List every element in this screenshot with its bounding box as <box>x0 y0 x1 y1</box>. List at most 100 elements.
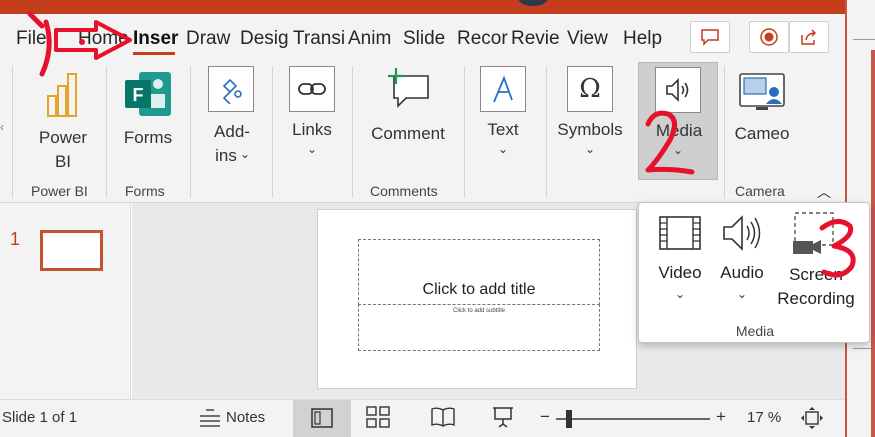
tab-view[interactable]: View <box>567 28 608 50</box>
zoom-in-button[interactable]: + <box>716 407 726 427</box>
slide[interactable]: Click to add title Click to add subtitle <box>317 209 637 389</box>
comment-icon <box>701 29 719 46</box>
group-divider <box>12 66 13 198</box>
tab-file[interactable]: File <box>16 28 47 50</box>
powerpoint-window: File Home Inser Draw Desig Transi Anim S… <box>0 0 875 437</box>
slide-sorter-button[interactable] <box>366 406 396 432</box>
forms-label: Forms <box>123 128 173 147</box>
share-icon <box>801 29 817 45</box>
notes-icon <box>200 409 220 427</box>
video-button[interactable]: Video ⌄ <box>649 211 711 311</box>
slide-counter: Slide 1 of 1 <box>2 409 78 426</box>
cameo-button[interactable]: Cameo <box>728 66 796 176</box>
svg-text:F: F <box>133 85 144 105</box>
collapse-ribbon-icon[interactable]: ︿ <box>817 182 831 202</box>
symbols-label: Symbols <box>557 120 623 139</box>
audio-label: Audio <box>720 263 764 282</box>
chevron-down-icon: ⌄ <box>585 142 596 156</box>
add-ins-button[interactable]: Add- ins ⌄ <box>200 66 264 176</box>
link-icon <box>289 66 335 112</box>
text-box-icon <box>480 66 526 112</box>
fit-to-window-button[interactable] <box>800 406 826 432</box>
ribbon: ‹ Power BI Power BI F Forms Forms Add- i… <box>0 62 845 203</box>
chevron-down-icon: ⌄ <box>240 147 251 161</box>
zoom-level[interactable]: 17 % <box>747 409 781 426</box>
symbols-button[interactable]: Ω Symbols ⌄ <box>554 66 626 176</box>
power-bi-button[interactable]: Power BI <box>30 68 96 176</box>
zoom-slider[interactable] <box>556 410 710 428</box>
audio-icon <box>723 215 761 251</box>
text-label: Text <box>487 120 519 139</box>
audio-button[interactable]: Audio ⌄ <box>711 211 773 311</box>
tab-animations[interactable]: Anim <box>348 28 391 50</box>
ribbon-scroll-left-icon[interactable]: ‹ <box>0 120 4 134</box>
group-divider <box>546 66 547 198</box>
video-icon <box>659 216 701 250</box>
video-label: Video <box>658 263 702 282</box>
tab-record[interactable]: Recor <box>457 28 508 50</box>
avatar[interactable] <box>518 0 548 6</box>
slide-thumbnail[interactable] <box>40 230 103 271</box>
media-label: Media <box>655 121 703 140</box>
cameo-label: Cameo <box>734 124 790 143</box>
slide-thumbnails-pane: 1 <box>0 203 131 399</box>
screen-recording-icon <box>793 212 834 254</box>
tab-insert[interactable]: Inser <box>133 28 178 50</box>
text-button[interactable]: Text ⌄ <box>472 66 534 176</box>
group-divider <box>464 66 465 198</box>
slide-sorter-icon <box>366 406 390 428</box>
book-icon <box>431 407 455 427</box>
comment-button[interactable]: Comment <box>362 66 454 176</box>
reading-view-button[interactable] <box>430 406 460 432</box>
group-divider <box>190 66 191 198</box>
chevron-down-icon: ⌄ <box>737 287 748 301</box>
fit-window-icon <box>801 407 823 429</box>
normal-view-button[interactable] <box>293 400 351 437</box>
status-bar: Slide 1 of 1 Notes − + 17 % <box>0 399 845 437</box>
tab-transitions[interactable]: Transi <box>293 28 345 50</box>
tab-draw[interactable]: Draw <box>186 28 230 50</box>
window-edge <box>871 50 875 437</box>
tab-slide-show[interactable]: Slide <box>403 28 445 50</box>
group-label-camera: Camera <box>735 183 785 199</box>
title-placeholder[interactable]: Click to add title <box>358 239 600 305</box>
chevron-down-icon: ⌄ <box>498 142 509 156</box>
comment-label: Comment <box>371 124 445 143</box>
forms-button[interactable]: F Forms <box>114 68 182 176</box>
active-tab-indicator <box>133 52 175 55</box>
share-button[interactable] <box>789 21 829 53</box>
record-button[interactable] <box>749 21 789 53</box>
group-label-comments: Comments <box>370 183 438 199</box>
group-divider <box>724 66 725 198</box>
notes-label: Notes <box>226 409 266 426</box>
power-bi-label-line1: Power <box>38 128 88 147</box>
notes-button[interactable]: Notes <box>196 404 274 434</box>
omega-icon: Ω <box>567 66 613 112</box>
tab-home[interactable]: Home <box>78 28 129 50</box>
slide-show-button[interactable] <box>491 405 521 433</box>
forms-icon: F <box>125 72 171 116</box>
tab-review[interactable]: Revie <box>511 28 560 50</box>
media-group-label: Media <box>735 323 775 339</box>
speaker-icon <box>655 67 701 113</box>
comments-button[interactable] <box>690 21 730 53</box>
normal-view-icon <box>311 408 333 428</box>
tab-design[interactable]: Desig <box>240 28 289 50</box>
screen-recording-label-line1: Screen <box>789 265 843 284</box>
chevron-down-icon: ⌄ <box>673 143 684 157</box>
screen-recording-button[interactable]: Screen Recording <box>773 209 859 313</box>
media-dropdown: Video ⌄ Audio ⌄ Screen Recording Media <box>638 202 870 343</box>
group-divider <box>106 66 107 198</box>
zoom-out-button[interactable]: − <box>540 407 550 427</box>
zoom-slider-thumb[interactable] <box>566 410 572 428</box>
presenter-icon <box>493 407 513 428</box>
cameo-icon <box>739 73 785 110</box>
tab-help[interactable]: Help <box>623 28 662 50</box>
group-divider <box>272 66 273 198</box>
subtitle-placeholder[interactable]: Click to add subtitle <box>358 304 600 351</box>
group-label-power-bi: Power BI <box>31 183 88 199</box>
links-label: Links <box>292 120 332 139</box>
power-bi-label-line2: BI <box>54 152 72 171</box>
links-button[interactable]: Links ⌄ <box>280 66 344 176</box>
media-button[interactable]: Media ⌄ <box>638 62 718 180</box>
